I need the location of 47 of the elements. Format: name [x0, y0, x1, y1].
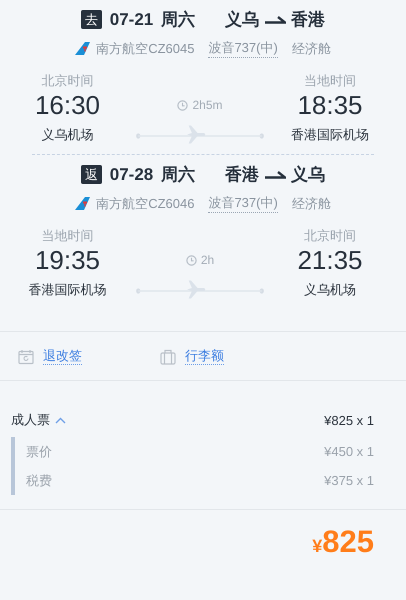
fare-item-amount: ¥450 x 1 — [324, 444, 374, 459]
departure-airport: 香港国际机场 — [28, 281, 106, 299]
flight-date: 07-21 — [110, 10, 154, 30]
baggage-link[interactable]: 行李额 — [185, 348, 224, 365]
refund-change-link[interactable]: 退改签 — [43, 348, 82, 365]
fare-item-label: 票价 — [26, 442, 52, 460]
destination-city: 义乌 — [291, 164, 326, 186]
origin-city: 义乌 — [225, 9, 260, 31]
timezone-label: 当地时间 — [304, 72, 356, 90]
currency-symbol: ¥ — [312, 536, 322, 557]
direction-badge: 去 — [80, 10, 102, 29]
airline-logo-icon — [75, 197, 90, 210]
origin-city: 香港 — [225, 164, 260, 186]
departure-airport: 义乌机场 — [42, 126, 94, 144]
departure-time: 19:35 — [34, 245, 100, 275]
fare-type: 成人票 — [11, 411, 50, 429]
airline-logo-icon — [75, 42, 90, 55]
timezone-label: 北京时间 — [42, 72, 94, 90]
timezone-label: 当地时间 — [42, 227, 94, 245]
suitcase-icon — [160, 348, 176, 364]
flight-number: 南方航空CZ6045 — [96, 40, 194, 58]
arrival-airport: 义乌机场 — [304, 281, 356, 299]
clock-icon — [186, 254, 197, 266]
cabin-class: 经济舱 — [292, 194, 331, 212]
flight-duration: 2h — [200, 253, 214, 267]
cabin-class: 经济舱 — [292, 40, 331, 58]
weekday: 周六 — [161, 164, 196, 186]
weekday: 周六 — [161, 9, 196, 31]
direction-badge: 返 — [80, 165, 102, 184]
destination-city: 香港 — [291, 9, 326, 31]
departure-time: 16:30 — [34, 90, 100, 120]
flight-date: 07-28 — [110, 164, 154, 184]
arrival-time: 18:35 — [297, 90, 363, 120]
flight-number: 南方航空CZ6046 — [96, 194, 194, 212]
arrival-airport: 香港国际机场 — [291, 126, 369, 144]
aircraft-type-link[interactable]: 波音737(中) — [208, 39, 278, 58]
fare-amount: ¥825 x 1 — [324, 412, 374, 428]
arrival-time: 21:35 — [297, 245, 363, 275]
flight-duration: 2h5m — [192, 98, 223, 112]
aircraft-type-link[interactable]: 波音737(中) — [208, 194, 278, 213]
fare-item-amount: ¥375 x 1 — [324, 473, 374, 488]
fare-item-label: 税费 — [26, 472, 52, 490]
total-price: 825 — [322, 524, 374, 560]
chevron-up-icon[interactable] — [55, 416, 66, 424]
calendar-icon — [18, 348, 34, 364]
clock-icon — [177, 100, 188, 110]
timezone-label: 北京时间 — [304, 227, 356, 245]
